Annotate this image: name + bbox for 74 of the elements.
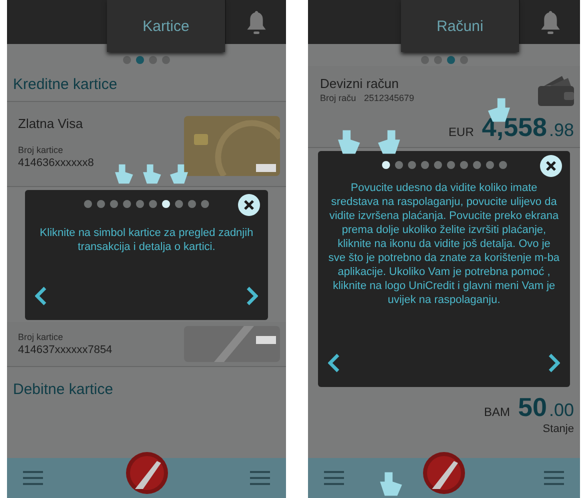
step-dot[interactable] xyxy=(123,200,131,208)
step-dot[interactable] xyxy=(162,200,170,208)
close-icon xyxy=(244,200,254,210)
balance-amount: 4,558 xyxy=(482,112,547,143)
card-number: 414636xxxxxx8 xyxy=(18,157,94,169)
section-title: Debitne kartice xyxy=(12,380,114,400)
hand-icon xyxy=(338,130,360,154)
menu-icon[interactable] xyxy=(250,471,270,485)
page-dot[interactable] xyxy=(149,56,157,64)
wallet-icon[interactable] xyxy=(538,76,574,106)
step-dot[interactable] xyxy=(382,161,390,169)
account-number-label: Broj raču xyxy=(320,93,356,103)
step-dot[interactable] xyxy=(446,161,454,169)
currency-code: BAM xyxy=(484,405,510,419)
screen-title: Računi xyxy=(401,0,519,52)
tutorial-text: Kliknite na simbol kartice za pregled zadnjih transakcija i detalja o kartici. xyxy=(38,226,254,254)
next-icon[interactable] xyxy=(548,353,560,373)
card-name: Zlatna Visa xyxy=(18,116,84,131)
logo-icon[interactable] xyxy=(126,452,168,494)
balance-label: Stanje xyxy=(542,423,574,435)
close-button[interactable] xyxy=(540,155,562,177)
menu-icon[interactable] xyxy=(23,471,43,485)
step-dot[interactable] xyxy=(188,200,196,208)
balance-amount: 50 xyxy=(518,392,547,423)
tutorial-text: Povucite udesno da vidite koliko imate sredstava na raspolaganju, povucite ulijevo da vidite izvršena plaćanja. Povucite preko ekrana prema dolje ukoliko želite izvršiti plaćanje, kliknite na ikonu da vidite još detalja. Ovo je sve što je potrebno da znate za korištenje m-ba aplikacije. Ukoliko Vam je potrebna pomoć , kliknite na logo UniCredit i glavni meni Vam je uvijek na raspolaganju. xyxy=(328,181,560,307)
step-dot[interactable] xyxy=(434,161,442,169)
screen-title: Kartice xyxy=(107,0,225,52)
step-dot[interactable] xyxy=(460,161,468,169)
step-dot[interactable] xyxy=(394,161,402,169)
page-dot[interactable] xyxy=(162,56,170,64)
hand-icon xyxy=(143,164,161,184)
page-dot[interactable] xyxy=(434,56,442,64)
page-dot[interactable] xyxy=(136,56,144,64)
hand-icon xyxy=(378,130,400,154)
hand-icon xyxy=(170,164,188,184)
balance-decimals: .00 xyxy=(548,400,574,421)
page-dot[interactable] xyxy=(123,56,131,64)
hand-icon xyxy=(380,472,402,496)
menu-icon[interactable] xyxy=(324,471,344,485)
step-dot[interactable] xyxy=(201,200,209,208)
card-drawing[interactable] xyxy=(184,116,280,176)
menu-icon[interactable] xyxy=(544,471,564,485)
currency-code: EUR xyxy=(448,125,474,139)
step-dot[interactable] xyxy=(498,161,506,169)
section-title: Kreditne kartice xyxy=(12,75,118,95)
account-name: Devizni račun xyxy=(320,76,400,91)
hand-icon xyxy=(115,164,133,184)
step-dot[interactable] xyxy=(136,200,144,208)
step-dot[interactable] xyxy=(97,200,105,208)
step-dot[interactable] xyxy=(110,200,118,208)
bell-icon[interactable] xyxy=(246,10,266,34)
step-dot[interactable] xyxy=(175,200,183,208)
page-dot[interactable] xyxy=(420,56,428,64)
previous-icon[interactable] xyxy=(35,286,47,306)
previous-icon[interactable] xyxy=(328,353,340,373)
balance-decimals: .98 xyxy=(548,120,574,141)
account-number: 2512345679 xyxy=(364,93,414,103)
close-icon xyxy=(546,161,556,171)
close-button[interactable] xyxy=(238,194,260,216)
card-drawing[interactable] xyxy=(184,326,280,362)
step-dot[interactable] xyxy=(486,161,494,169)
card-number-label: Broj kartice xyxy=(18,145,64,155)
card-number-label: Broj kartice xyxy=(18,332,64,342)
step-dot[interactable] xyxy=(408,161,416,169)
card-number: 414637xxxxxx7854 xyxy=(18,344,112,356)
step-dot[interactable] xyxy=(420,161,428,169)
bell-icon[interactable] xyxy=(540,10,560,34)
step-dot[interactable] xyxy=(84,200,92,208)
page-dot[interactable] xyxy=(460,56,468,64)
step-dot[interactable] xyxy=(149,200,157,208)
next-icon[interactable] xyxy=(246,286,258,306)
page-dot[interactable] xyxy=(446,56,454,64)
step-dot[interactable] xyxy=(472,161,480,169)
logo-icon[interactable] xyxy=(423,452,465,494)
